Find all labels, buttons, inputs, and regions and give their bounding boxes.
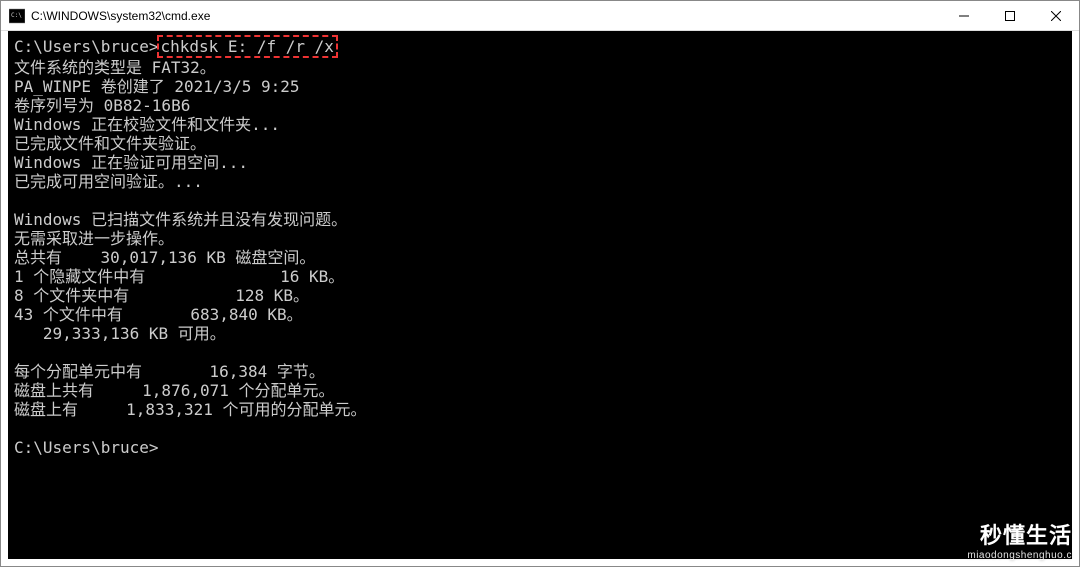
cmd-icon: C:\: [9, 8, 25, 24]
maximize-button[interactable]: [987, 1, 1033, 30]
cmd-window: C:\ C:\WINDOWS\system32\cmd.exe C:\Users…: [0, 0, 1080, 567]
command-highlight: chkdsk E: /f /r /x: [157, 35, 338, 58]
close-button[interactable]: [1033, 1, 1079, 30]
terminal-lines: 文件系统的类型是 FAT32。 PA_WINPE 卷创建了 2021/3/5 9…: [14, 58, 367, 419]
terminal-output[interactable]: C:\Users\bruce>chkdsk E: /f /r /x 文件系统的类…: [1, 31, 1079, 566]
prompt-path: C:\Users\bruce>: [14, 37, 159, 56]
prompt-current: C:\Users\bruce>: [14, 438, 159, 457]
window-title: C:\WINDOWS\system32\cmd.exe: [31, 9, 941, 23]
titlebar[interactable]: C:\ C:\WINDOWS\system32\cmd.exe: [1, 1, 1079, 31]
minimize-button[interactable]: [941, 1, 987, 30]
svg-text:C:\: C:\: [11, 12, 22, 19]
window-controls: [941, 1, 1079, 30]
